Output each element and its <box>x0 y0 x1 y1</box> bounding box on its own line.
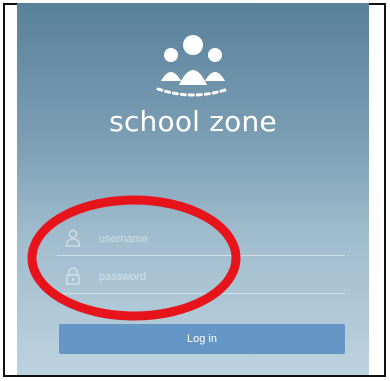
people-group-icon <box>156 35 230 97</box>
password-input[interactable] <box>97 267 331 287</box>
username-field[interactable] <box>57 221 345 256</box>
lock-icon <box>66 267 80 285</box>
user-icon <box>65 229 81 247</box>
login-button[interactable]: Log in <box>59 324 345 354</box>
username-input[interactable] <box>97 229 331 249</box>
login-screen: school zone Log in <box>17 3 369 375</box>
brand-name: school zone <box>109 105 277 138</box>
password-field[interactable] <box>57 259 345 294</box>
